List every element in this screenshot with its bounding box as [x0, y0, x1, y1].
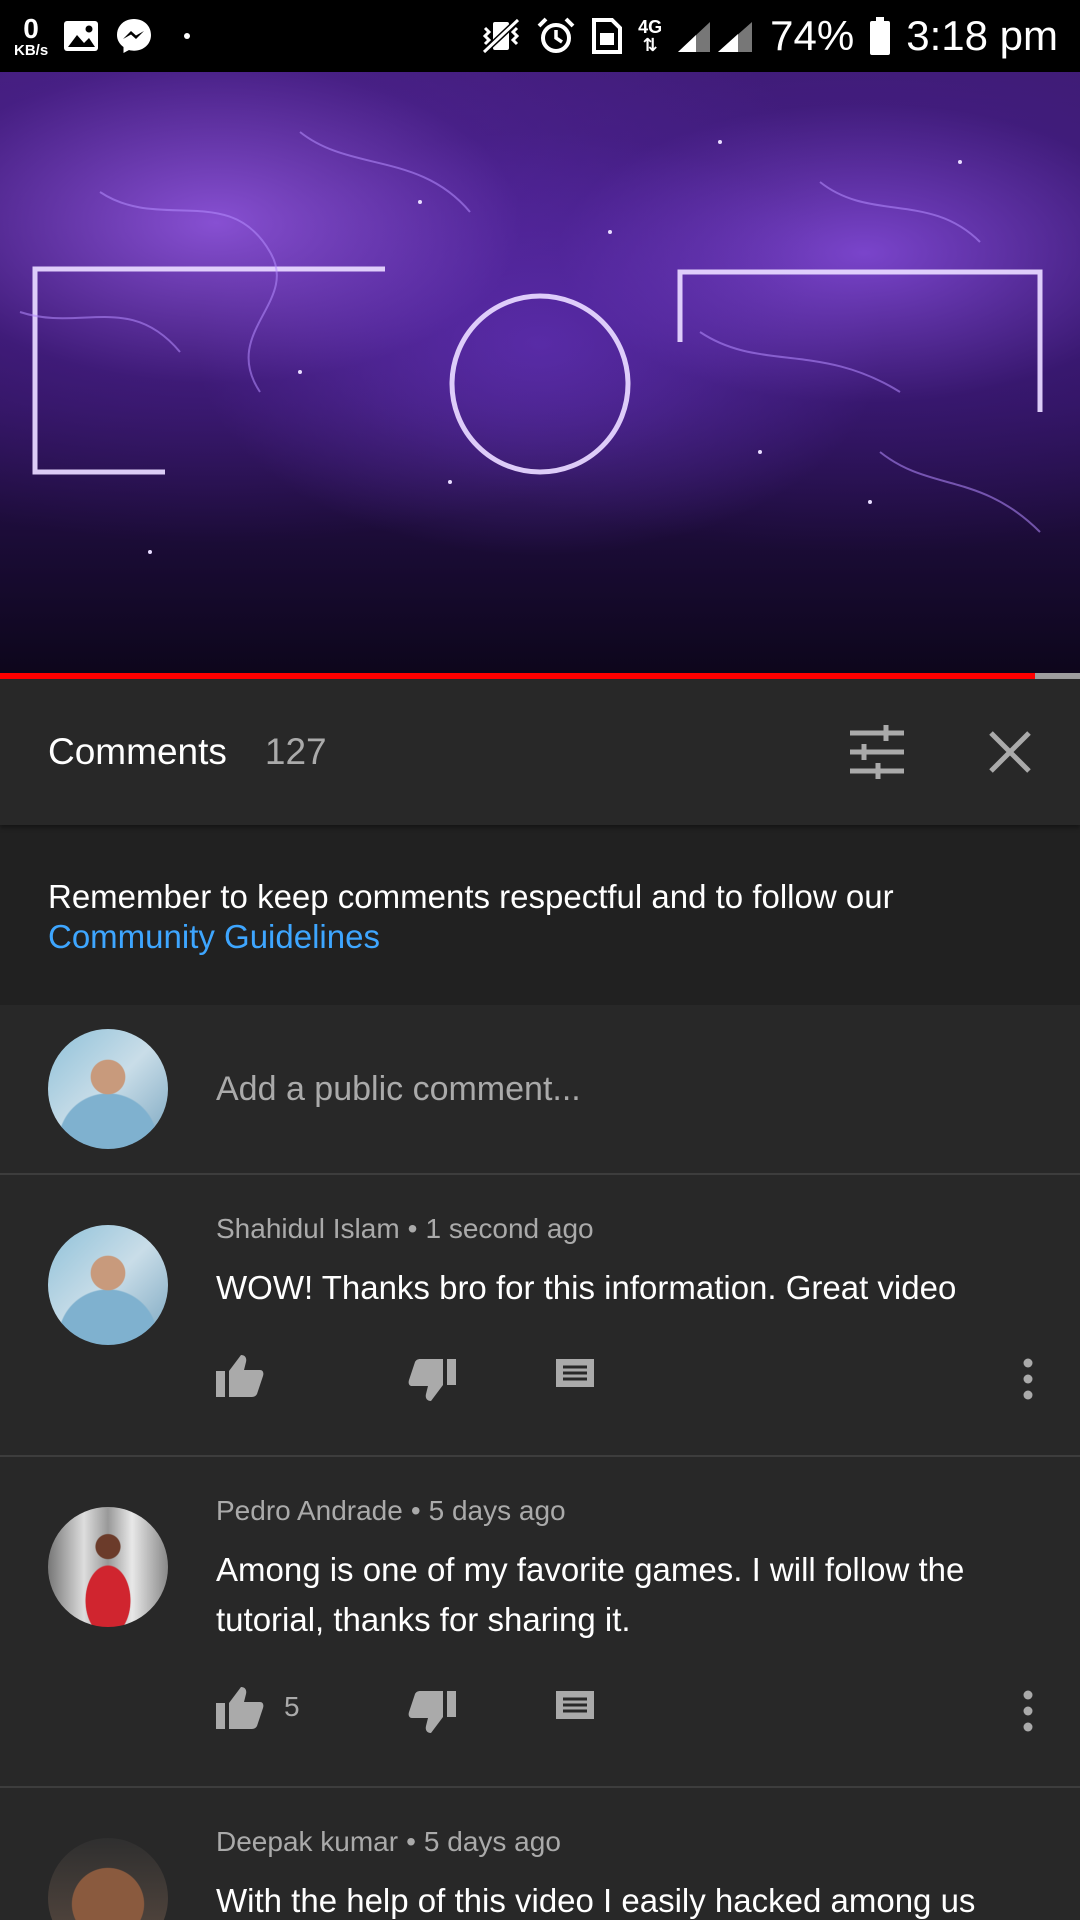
sort-filter-button[interactable]	[848, 725, 906, 779]
comment-actions: 5	[216, 1685, 1040, 1745]
comment-meta: Shahidul Islam • 1 second ago	[216, 1213, 594, 1244]
close-button[interactable]	[988, 730, 1032, 774]
network-type: 4G ⇅	[638, 17, 663, 55]
add-comment-input[interactable]: Add a public comment...	[216, 1070, 581, 1109]
net-speed-value: 0	[23, 12, 39, 44]
more-icon	[1023, 1690, 1033, 1732]
signal-icon	[676, 18, 756, 54]
comment-text: With the help of this video I easily hac…	[216, 1882, 976, 1919]
comment-time: 1 second ago	[425, 1213, 594, 1244]
thumbs-down-icon	[408, 1691, 456, 1733]
status-bar-right: 4G ⇅ 74% 3:18 pm	[480, 12, 1058, 60]
comment-item: Pedro Andrade • 5 days ago Among is one of…	[0, 1457, 1080, 1788]
battery-icon	[868, 16, 892, 56]
like-button[interactable]	[216, 1353, 264, 1397]
comments-count: 127	[264, 731, 327, 772]
comment-text: WOW! Thanks bro for this information. Gr…	[216, 1269, 957, 1306]
net-speed: 0 KB/s	[14, 12, 49, 59]
video-frame	[19, 131, 1043, 554]
video-player[interactable]	[0, 72, 1080, 676]
more-options-button[interactable]	[1022, 1689, 1034, 1733]
thumbs-up-icon	[216, 1355, 264, 1397]
reply-button[interactable]	[554, 1357, 596, 1399]
comment-time: 5 days ago	[428, 1495, 566, 1526]
more-icon	[1023, 1358, 1033, 1400]
sim-icon	[590, 16, 624, 56]
status-bar: 0 KB/s 4G ⇅ 74% 3:18 pm	[0, 0, 1080, 72]
avatar	[48, 1029, 168, 1149]
clock: 3:18 pm	[906, 12, 1058, 59]
guidelines-text: Remember to keep comments respectful and…	[48, 878, 894, 915]
thumbs-down-icon	[408, 1359, 456, 1401]
messenger-icon	[114, 16, 154, 56]
filter-icon	[850, 725, 904, 779]
comment-actions	[216, 1353, 1040, 1413]
dislike-button[interactable]	[408, 1359, 456, 1403]
thumbs-up-icon	[216, 1687, 264, 1729]
reply-button[interactable]	[554, 1689, 596, 1731]
avatar[interactable]	[48, 1507, 168, 1627]
comment-meta: Deepak kumar • 5 days ago	[216, 1826, 561, 1857]
reply-icon	[556, 1359, 594, 1397]
comment-meta: Pedro Andrade • 5 days ago	[216, 1495, 566, 1526]
comment-item: Shahidul Islam • 1 second ago WOW! Thanks …	[0, 1175, 1080, 1457]
comment-author[interactable]: Pedro Andrade	[216, 1495, 403, 1526]
add-comment-row[interactable]: Add a public comment...	[0, 1005, 1080, 1175]
dislike-button[interactable]	[408, 1691, 456, 1735]
avatar[interactable]	[48, 1225, 168, 1345]
comment-author[interactable]: Deepak kumar	[216, 1826, 398, 1857]
battery-percent: 74%	[770, 12, 855, 59]
community-guidelines-link[interactable]: Community Guidelines	[48, 917, 380, 957]
alarm-icon	[536, 16, 576, 56]
comments-title: Comments	[48, 731, 227, 772]
comment-time: 5 days ago	[423, 1826, 561, 1857]
close-icon	[989, 731, 1031, 773]
like-count: 5	[284, 1691, 300, 1722]
more-options-button[interactable]	[1022, 1357, 1034, 1401]
vibrate-icon	[480, 16, 522, 56]
comment-item: Deepak kumar • 5 days ago With the help of…	[0, 1788, 1080, 1920]
status-bar-left: 0 KB/s	[14, 12, 191, 59]
comment-text: Among is one of my favorite games. I wil…	[216, 1551, 965, 1638]
comment-author[interactable]: Shahidul Islam	[216, 1213, 400, 1244]
community-guidelines-banner: Remember to keep comments respectful and…	[0, 825, 1080, 1005]
network-type-label: 4G	[638, 17, 663, 37]
avatar[interactable]	[48, 1838, 168, 1920]
image-icon	[62, 18, 100, 54]
reply-icon	[556, 1691, 594, 1729]
net-speed-unit: KB/s	[14, 41, 49, 59]
comments-header: Comments 127	[0, 679, 1080, 825]
like-button[interactable]: 5	[216, 1685, 300, 1729]
notification-dot	[184, 33, 191, 39]
